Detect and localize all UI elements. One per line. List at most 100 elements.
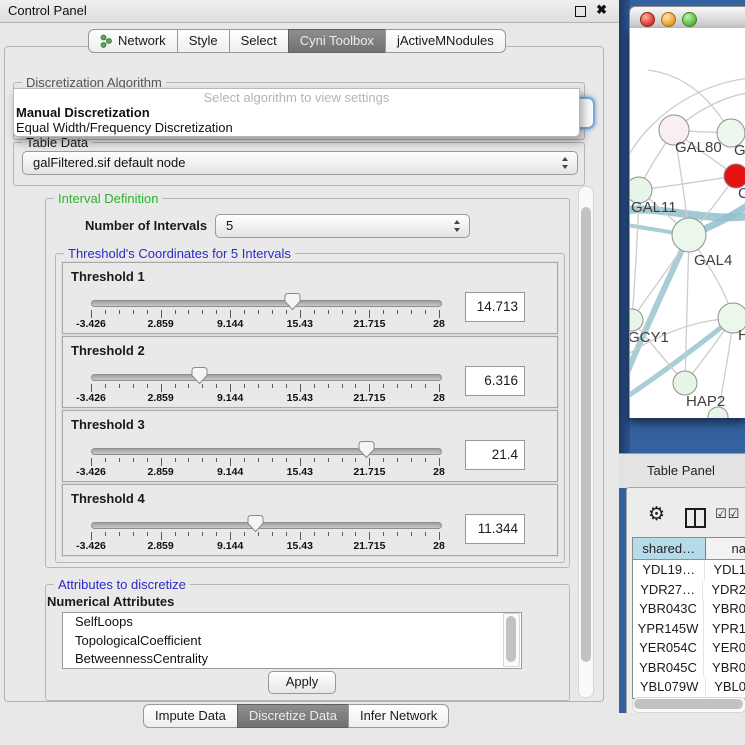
attribute-list-item[interactable]: BetweennessCentrality — [63, 650, 521, 669]
panel-scrollbar-track[interactable] — [578, 186, 594, 698]
threshold-value-field[interactable]: 21.4 — [465, 440, 525, 470]
table-row[interactable]: YBR045CYBR0 — [633, 658, 745, 678]
tick-mark — [355, 384, 356, 388]
threshold-slider-track[interactable] — [91, 522, 442, 529]
threshold-panel-2: Threshold 2-3.4262.8599.14415.4321.71528… — [62, 336, 558, 408]
network-node-hap2[interactable] — [673, 371, 697, 395]
tick-mark — [369, 384, 370, 392]
gear-icon[interactable]: ⚙ — [648, 503, 665, 525]
table-hscrollbar-thumb[interactable] — [634, 699, 743, 709]
threshold-slider-thumb[interactable] — [247, 514, 264, 533]
tick-mark — [91, 532, 92, 540]
attribute-list-item[interactable]: SelfLoops — [63, 613, 521, 632]
threshold-slider-track[interactable] — [91, 374, 442, 381]
tick-mark — [202, 458, 203, 462]
threshold-label: Threshold 1 — [71, 269, 145, 284]
dropdown-option-manual[interactable]: Manual Discretization — [14, 105, 579, 120]
list-scrollbar-thumb[interactable] — [506, 616, 516, 662]
panel-scrollbar-thumb[interactable] — [581, 207, 591, 662]
tick-mark — [230, 458, 231, 466]
slider-scale-label: 2.859 — [137, 318, 185, 330]
tab-style[interactable]: Style — [177, 29, 230, 53]
float-window-icon[interactable] — [575, 6, 586, 17]
slider-scale-label: 21.715 — [345, 540, 393, 552]
control-panel-tab-bar: Network Style Select Cyni Toolbox jActiv… — [88, 29, 506, 53]
network-window-titlebar[interactable] — [629, 6, 745, 30]
tick-mark — [342, 310, 343, 314]
threshold-label: Threshold 2 — [71, 343, 145, 358]
cell-name: YDR2 — [703, 580, 745, 600]
threshold-value-field[interactable]: 14.713 — [465, 292, 525, 322]
table-panel-title: Table Panel — [647, 463, 715, 478]
table-row[interactable]: YER054CYER0 — [633, 638, 745, 658]
cell-shared-name: YDL19… — [633, 560, 705, 580]
tab-cyni-toolbox[interactable]: Cyni Toolbox — [288, 29, 386, 53]
window-close-icon[interactable] — [640, 12, 655, 27]
split-columns-icon[interactable] — [685, 508, 706, 528]
window-minimize-icon[interactable] — [661, 12, 676, 27]
close-icon[interactable]: ✖ — [596, 2, 607, 18]
tick-mark — [244, 458, 245, 462]
tick-mark — [328, 384, 329, 388]
network-node-gcy1[interactable] — [630, 309, 643, 331]
threshold-slider-thumb[interactable] — [358, 440, 375, 459]
slider-scale-label: -3.426 — [67, 392, 115, 404]
tab-impute-data[interactable]: Impute Data — [143, 704, 238, 728]
table-row[interactable]: YBL079WYBL0 — [633, 677, 745, 697]
threshold-slider-thumb[interactable] — [191, 366, 208, 385]
window-zoom-icon[interactable] — [682, 12, 697, 27]
network-edge[interactable] — [685, 235, 689, 383]
network-node-label: C — [738, 185, 745, 202]
table-data-combobox[interactable]: galFiltered.sif default node — [22, 151, 578, 175]
numerical-attributes-label: Numerical Attributes — [47, 594, 174, 609]
tick-mark — [411, 384, 412, 388]
tick-mark — [188, 532, 189, 536]
slider-scale-label: 15.43 — [276, 392, 324, 404]
table-row[interactable]: YPR145WYPR1 — [633, 619, 745, 639]
threshold-slider-track[interactable] — [91, 300, 442, 307]
network-node-gal4[interactable] — [672, 218, 706, 252]
tick-mark — [286, 532, 287, 536]
slider-scale-label: 2.859 — [137, 540, 185, 552]
tick-mark — [411, 310, 412, 314]
tab-select[interactable]: Select — [229, 29, 289, 53]
tick-mark — [439, 532, 440, 540]
tick-mark — [105, 532, 106, 536]
table-row[interactable]: YDR27…YDR2 — [633, 580, 745, 600]
tab-jactivemnodules[interactable]: jActiveMNodules — [385, 29, 506, 53]
attribute-list-item[interactable]: TopologicalCoefficient — [63, 632, 521, 651]
select-columns-icons[interactable]: ☑☑ — [715, 507, 740, 522]
threshold-value-field[interactable]: 6.316 — [465, 366, 525, 396]
column-header-name[interactable]: na — [706, 538, 745, 559]
threshold-value-field[interactable]: 11.344 — [465, 514, 525, 544]
threshold-panel-4: Threshold 4-3.4262.8599.14415.4321.71528… — [62, 484, 558, 556]
table-row[interactable]: YBR043CYBR0 — [633, 599, 745, 619]
tick-mark — [355, 532, 356, 536]
column-header-shared-name[interactable]: shared… — [633, 538, 706, 559]
threshold-slider-thumb[interactable] — [284, 292, 301, 311]
slider-scale-label: 2.859 — [137, 466, 185, 478]
tab-infer-network[interactable]: Infer Network — [348, 704, 449, 728]
table-row[interactable]: YDL19…YDL1 — [633, 560, 745, 580]
cell-shared-name: YBR045C — [633, 658, 704, 678]
tab-discretize-data[interactable]: Discretize Data — [237, 704, 349, 728]
threshold-slider-track[interactable] — [91, 448, 442, 455]
tick-mark — [383, 532, 384, 536]
list-scrollbar-track[interactable] — [503, 613, 520, 667]
node-table: shared… na YDL19…YDL1YDR27…YDR2YBR043CYB… — [632, 537, 745, 699]
network-view-canvas[interactable]: GAL80GACGAL11GAL4GCY1HHAP2 — [629, 28, 745, 418]
apply-button[interactable]: Apply — [268, 671, 336, 694]
table-panel-footer — [619, 713, 745, 745]
network-node-label: H — [738, 327, 745, 344]
tick-mark — [355, 458, 356, 462]
tab-network[interactable]: Network — [88, 29, 178, 53]
slider-scale-label: -3.426 — [67, 466, 115, 478]
dropdown-option-equal-width[interactable]: Equal Width/Frequency Discretization — [14, 120, 579, 135]
slider-scale-label: -3.426 — [67, 318, 115, 330]
slider-scale-label: 28 — [415, 392, 463, 404]
network-edge[interactable] — [639, 176, 736, 190]
tick-mark — [300, 458, 301, 466]
number-of-intervals-combobox[interactable]: 5 — [215, 214, 470, 238]
tick-mark — [244, 532, 245, 536]
tick-mark — [342, 532, 343, 536]
